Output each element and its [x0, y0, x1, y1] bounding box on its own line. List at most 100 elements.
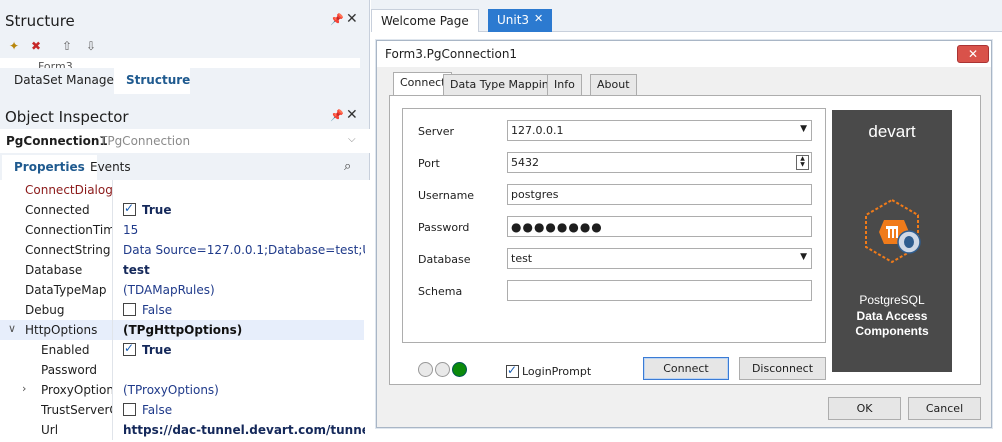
tab-events[interactable]: Events: [78, 155, 143, 180]
status-led-icon: [435, 362, 450, 377]
close-icon[interactable]: ✕: [346, 11, 358, 27]
property-row[interactable]: ConnectString Data Source=127.0.0.1;Data…: [0, 240, 365, 260]
database-combobox[interactable]: test ▼: [507, 248, 812, 269]
password-label: Password: [418, 221, 470, 234]
property-row[interactable]: Debug False: [0, 300, 364, 320]
object-inspector-title: Object Inspector: [5, 108, 129, 126]
pin-icon[interactable]: 📌: [330, 13, 344, 26]
ok-button[interactable]: OK: [828, 397, 901, 420]
schema-label: Schema: [418, 285, 463, 298]
property-name: Password: [41, 363, 98, 377]
connect-button[interactable]: Connect: [643, 357, 729, 380]
property-value[interactable]: (TPgHttpOptions): [123, 323, 365, 337]
property-value[interactable]: 15: [123, 223, 365, 237]
move-up-icon[interactable]: ⇧: [58, 38, 76, 54]
property-name: ProxyOptions: [41, 383, 112, 397]
connection-editor-window: Form3.PgConnection1 ✕ Connect Data Type …: [376, 40, 992, 428]
property-value[interactable]: False: [123, 303, 365, 317]
close-icon[interactable]: ✕: [534, 12, 543, 25]
structure-tree: Form3: [0, 58, 360, 68]
property-value[interactable]: Data Source=127.0.0.1;Database=test;User…: [123, 243, 365, 257]
property-name: DataTypeMap: [25, 283, 107, 297]
schema-field[interactable]: [507, 280, 812, 301]
devart-banner: devart PostgreSQL Data Access Components: [832, 110, 952, 372]
property-row-selected[interactable]: ∨ HttpOptions (TPgHttpOptions): [0, 320, 364, 340]
checkbox-checked-icon[interactable]: [506, 363, 519, 378]
property-row[interactable]: ConnectDialog: [0, 180, 364, 200]
server-combobox[interactable]: 127.0.0.1 ▼: [507, 120, 812, 141]
pin-icon[interactable]: 📌: [330, 109, 344, 122]
postgresql-logo-icon: [865, 198, 921, 264]
password-field[interactable]: ●●●●●●●●: [507, 216, 812, 237]
property-value[interactable]: False: [123, 403, 365, 417]
banner-line: Data Access: [856, 309, 928, 323]
component-name: PgConnection1: [6, 134, 108, 148]
delete-node-icon[interactable]: ✖: [27, 38, 45, 54]
property-row[interactable]: Password: [0, 360, 364, 380]
disconnect-button[interactable]: Disconnect: [739, 357, 826, 380]
chevron-down-icon[interactable]: ⌵: [348, 134, 356, 145]
checkbox-unchecked[interactable]: [123, 403, 136, 416]
property-row[interactable]: Database test: [0, 260, 364, 280]
dropdown-arrow-icon[interactable]: ▼: [800, 124, 807, 134]
tab-about[interactable]: About: [590, 74, 637, 95]
property-name: ConnectDialog: [25, 183, 112, 197]
property-value[interactable]: True: [123, 203, 365, 217]
expand-icon[interactable]: ›: [22, 382, 26, 395]
database-label: Database: [418, 253, 471, 266]
property-row[interactable]: Enabled True: [0, 340, 364, 360]
window-titlebar[interactable]: Form3.PgConnection1 ✕: [377, 41, 991, 67]
left-dock: Structure 📌 ✕ ✦ ✖ ⇧ ⇩ Form3 DataSet Mana…: [0, 0, 370, 442]
property-value[interactable]: https://dac-tunnel.devart.com/tunnel.php: [123, 423, 365, 437]
checkbox-unchecked[interactable]: [123, 303, 136, 316]
property-row[interactable]: TrustServerCe False: [0, 400, 364, 420]
property-value[interactable]: (TProxyOptions): [123, 383, 365, 397]
property-name: ConnectionTime: [25, 223, 112, 237]
property-row[interactable]: Connected True: [0, 200, 364, 220]
username-field[interactable]: postgres: [507, 184, 812, 205]
connection-fields: Server 127.0.0.1 ▼ Port 5432 ▲ ▼ Username …: [402, 108, 826, 343]
property-name: Enabled: [41, 343, 90, 357]
structure-panel-title: Structure: [5, 12, 75, 30]
property-name: TrustServerCe: [41, 403, 112, 417]
inspector-tabs: Properties Events ⌕: [0, 155, 370, 180]
property-row[interactable]: Url https://dac-tunnel.devart.com/tunnel…: [0, 420, 365, 440]
collapse-icon[interactable]: ∨: [8, 322, 16, 335]
move-down-icon[interactable]: ⇩: [82, 38, 100, 54]
property-grid: ConnectDialog Connected True ConnectionT…: [0, 180, 370, 442]
cancel-button[interactable]: Cancel: [908, 397, 981, 420]
close-icon[interactable]: ✕: [346, 107, 358, 123]
status-led-icon: [418, 362, 433, 377]
property-name: Debug: [25, 303, 65, 317]
tab-welcome-page[interactable]: Welcome Page: [371, 9, 479, 32]
search-icon[interactable]: ⌕: [344, 159, 351, 174]
property-value[interactable]: (TDAMapRules): [123, 283, 365, 297]
add-node-icon[interactable]: ✦: [5, 38, 23, 54]
login-prompt-checkbox[interactable]: LoginPrompt: [506, 363, 591, 379]
property-row[interactable]: DataTypeMap (TDAMapRules): [0, 280, 364, 300]
tab-structure[interactable]: Structure: [114, 68, 190, 94]
window-title: Form3.PgConnection1: [385, 47, 518, 61]
dropdown-arrow-icon[interactable]: ▼: [800, 252, 807, 262]
tree-node[interactable]: Form3: [38, 60, 73, 68]
port-spin-edit[interactable]: 5432 ▲ ▼: [507, 152, 812, 173]
tab-dataset-manager[interactable]: DataSet Manager: [2, 68, 131, 94]
tab-unit3[interactable]: Unit3 ✕: [488, 9, 552, 32]
property-row[interactable]: ConnectionTime 15: [0, 220, 364, 240]
document-tabs: Welcome Page Unit3 ✕: [371, 0, 1002, 32]
checkbox-checked[interactable]: [123, 203, 136, 216]
close-icon[interactable]: ✕: [957, 45, 989, 63]
server-label: Server: [418, 125, 455, 138]
property-row[interactable]: › ProxyOptions (TProxyOptions): [0, 380, 364, 400]
component-type: TPgConnection: [100, 134, 191, 148]
component-selector[interactable]: PgConnection1 TPgConnection ⌵: [0, 129, 370, 153]
tab-info[interactable]: Info: [547, 74, 582, 95]
connect-tab-page: Server 127.0.0.1 ▼ Port 5432 ▲ ▼ Username …: [389, 95, 981, 385]
property-name: Url: [41, 423, 59, 437]
spin-buttons-icon[interactable]: ▲ ▼: [796, 155, 809, 170]
property-name: Database: [25, 263, 83, 277]
tab-data-type-mapping[interactable]: Data Type Mapping: [443, 74, 563, 95]
property-value[interactable]: test: [123, 263, 365, 277]
property-value[interactable]: True: [123, 343, 365, 357]
checkbox-checked[interactable]: [123, 343, 136, 356]
